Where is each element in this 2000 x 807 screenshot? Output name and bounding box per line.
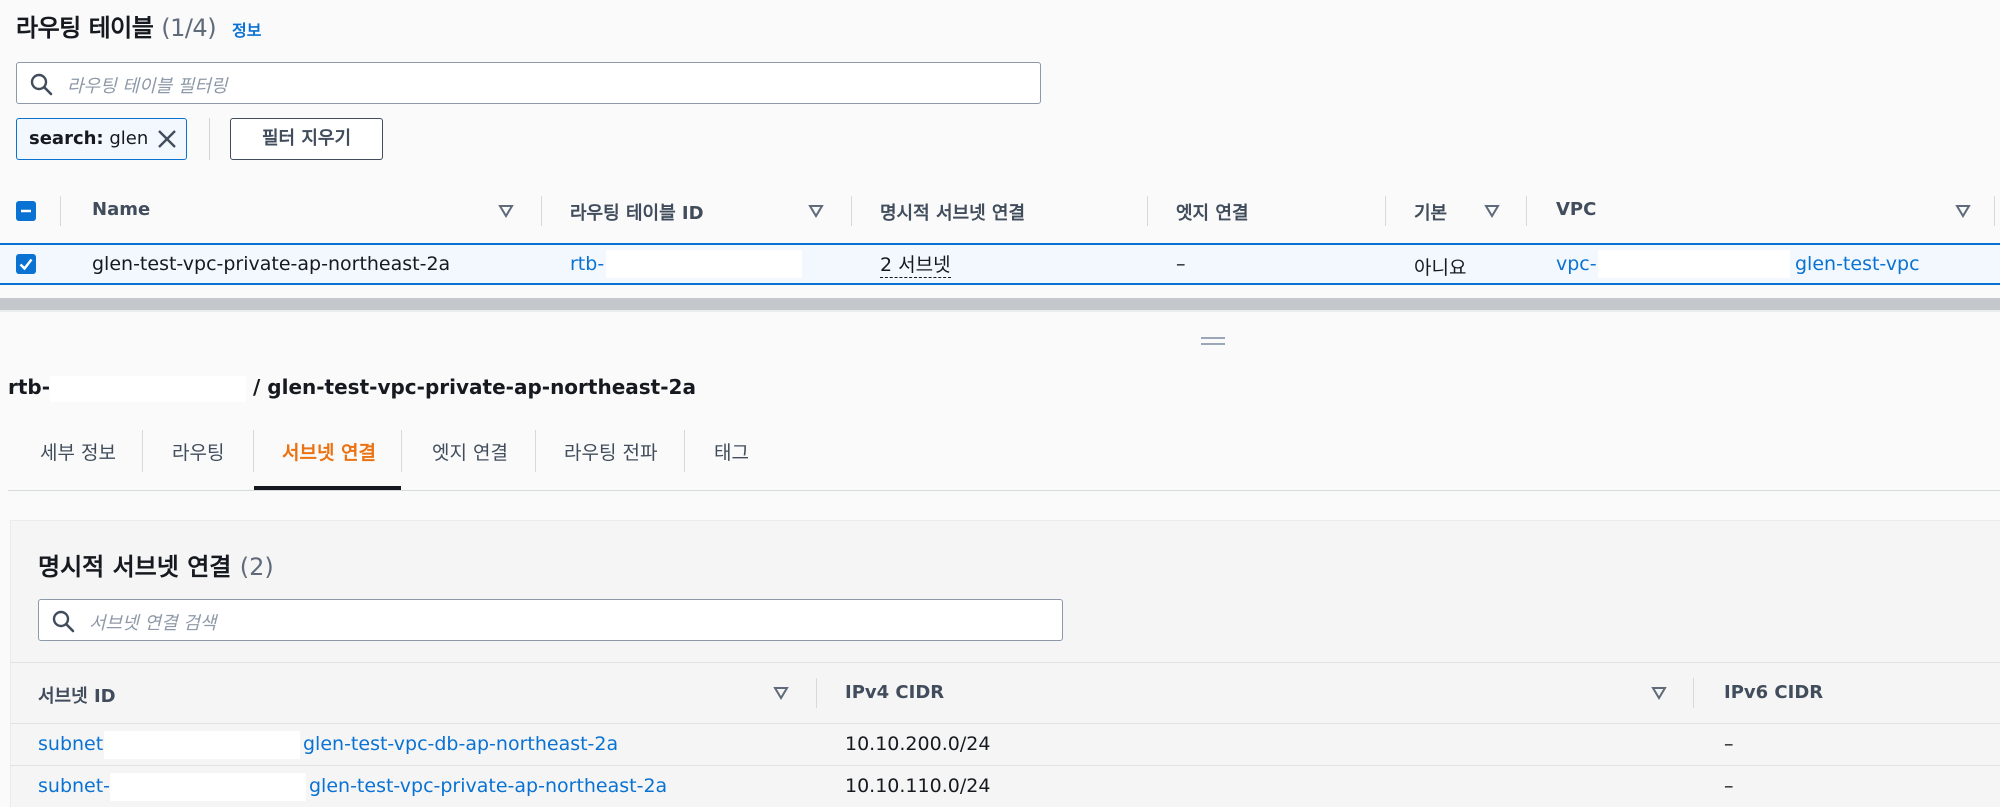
tab-details[interactable]: 세부 정보	[40, 438, 116, 465]
tab-subnet-associations[interactable]: 서브넷 연결	[282, 438, 376, 465]
col-header-subnet-id[interactable]: 서브넷 ID	[38, 682, 116, 708]
column-divider	[60, 196, 61, 226]
sort-caret-icon[interactable]	[1955, 204, 1971, 218]
col-header-edge[interactable]: 엣지 연결	[1176, 199, 1249, 225]
column-divider	[816, 678, 817, 708]
panel-title: 명시적 서브넷 연결 (2)	[38, 547, 274, 582]
col-header-ipv6[interactable]: IPv6 CIDR	[1724, 682, 1823, 703]
filter-token-key: search:	[29, 128, 104, 149]
selection-count: (1/4)	[161, 14, 217, 42]
tab-divider	[535, 430, 536, 472]
tab-divider	[142, 430, 143, 472]
ipv4-cidr: 10.10.110.0/24	[845, 775, 991, 797]
sort-caret-icon[interactable]	[808, 204, 824, 218]
detail-title-id: rtb-	[8, 375, 51, 399]
col-header-main[interactable]: 기본	[1414, 199, 1447, 225]
info-link[interactable]: 정보	[232, 17, 261, 41]
page-title: 라우팅 테이블 (1/4)	[16, 8, 217, 43]
sort-caret-icon[interactable]	[773, 686, 789, 700]
row-name: glen-test-vpc-private-ap-northeast-2a	[92, 253, 451, 275]
column-divider	[1147, 196, 1148, 226]
column-divider	[1693, 678, 1694, 708]
column-divider	[1994, 196, 1995, 226]
column-divider	[541, 196, 542, 226]
page-title-text: 라우팅 테이블	[16, 14, 154, 42]
detail-title-name: / glen-test-vpc-private-ap-northeast-2a	[253, 375, 696, 399]
checkbox-checked-icon[interactable]	[16, 254, 36, 274]
filter-token-value: glen	[109, 128, 149, 149]
panel-title-text: 명시적 서브넷 연결	[38, 553, 232, 581]
subnet-associations-panel	[10, 520, 2000, 807]
filter-token: search: glen	[16, 118, 187, 160]
subnet-assoc-search-input[interactable]: 서브넷 연결 검색	[38, 599, 1063, 641]
sort-caret-icon[interactable]	[1484, 204, 1500, 218]
row-explicit-subnet-assoc[interactable]: 2 서브넷	[880, 253, 951, 278]
row-divider	[10, 723, 2000, 724]
row-vpc-id[interactable]: vpc-	[1556, 253, 1597, 275]
column-divider	[1385, 196, 1386, 226]
redaction	[110, 773, 306, 801]
ipv6-cidr: –	[1724, 775, 1734, 797]
search-icon	[52, 610, 75, 633]
col-header-ipv4[interactable]: IPv4 CIDR	[845, 682, 944, 703]
redaction	[606, 250, 802, 278]
subnet-id-link[interactable]: subnet-	[38, 775, 110, 797]
tab-edge-associations[interactable]: 엣지 연결	[432, 438, 508, 465]
row-main: 아니요	[1414, 257, 1467, 279]
tab-tags[interactable]: 태그	[714, 438, 749, 465]
clear-filters-button[interactable]: 필터 지우기	[230, 118, 383, 160]
split-panel-divider[interactable]	[0, 298, 2000, 312]
ipv6-cidr: –	[1724, 733, 1734, 755]
route-table-filter-input[interactable]: 라우팅 테이블 필터링	[16, 62, 1041, 104]
subnet-id-link[interactable]: subnet-	[38, 733, 110, 755]
col-header-name[interactable]: Name	[92, 199, 150, 220]
subnet-name-link[interactable]: glen-test-vpc-db-ap-northeast-2a	[303, 733, 618, 755]
close-icon[interactable]	[156, 128, 178, 150]
token-divider	[209, 118, 210, 160]
col-header-vpc[interactable]: VPC	[1556, 199, 1596, 220]
tab-divider	[684, 430, 685, 472]
tab-routes[interactable]: 라우팅	[172, 438, 224, 465]
ipv4-cidr: 10.10.200.0/24	[845, 733, 991, 755]
panel-count: (2)	[239, 553, 274, 581]
sort-caret-icon[interactable]	[1651, 686, 1667, 700]
column-divider	[1526, 196, 1527, 226]
row-vpc-name[interactable]: glen-test-vpc	[1795, 253, 1920, 275]
redaction	[50, 375, 247, 402]
tabs-divider	[8, 490, 2000, 491]
checkbox-indeterminate-icon[interactable]	[16, 201, 36, 221]
col-header-explicit-subnet[interactable]: 명시적 서브넷 연결	[880, 199, 1025, 225]
tab-divider	[253, 430, 254, 472]
filter-placeholder: 라우팅 테이블 필터링	[67, 76, 228, 97]
row-divider	[10, 765, 2000, 766]
sort-caret-icon[interactable]	[498, 204, 514, 218]
row-edge-assoc: –	[1176, 253, 1186, 275]
search-placeholder: 서브넷 연결 검색	[89, 613, 217, 634]
row-route-table-id[interactable]: rtb-	[570, 253, 604, 275]
redaction	[104, 731, 300, 759]
table-top-divider	[10, 662, 2000, 663]
search-icon	[30, 73, 53, 96]
column-divider	[851, 196, 852, 226]
tab-route-propagation[interactable]: 라우팅 전파	[564, 438, 657, 465]
resize-handle-icon[interactable]	[1201, 337, 1225, 345]
col-header-rtb-id[interactable]: 라우팅 테이블 ID	[570, 199, 704, 225]
redaction	[1598, 250, 1790, 278]
tab-divider	[401, 430, 402, 472]
detail-title: rtb- / glen-test-vpc-private-ap-northeas…	[8, 375, 696, 402]
subnet-name-link[interactable]: glen-test-vpc-private-ap-northeast-2a	[309, 775, 667, 797]
